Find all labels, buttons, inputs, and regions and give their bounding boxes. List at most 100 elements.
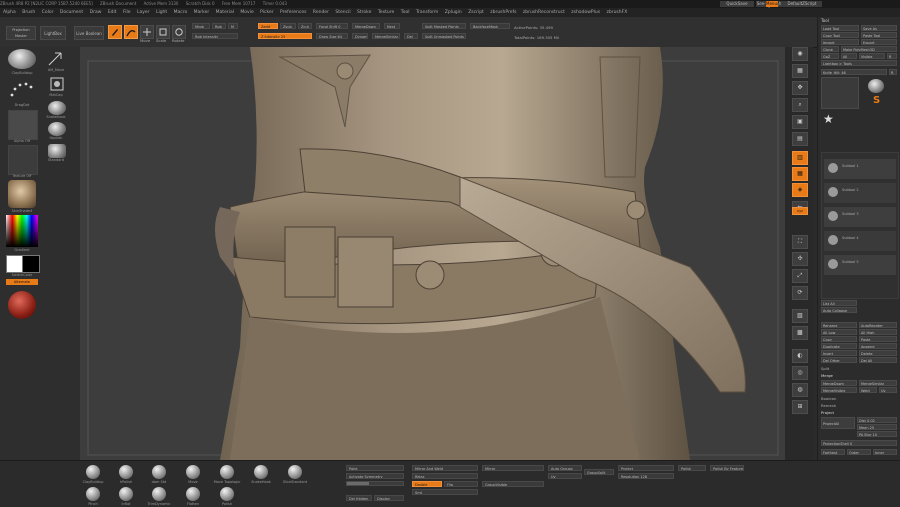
local-button[interactable]: ◈ xyxy=(792,183,808,197)
polish-by-features-button[interactable]: Polish By Features xyxy=(710,465,744,471)
solo-button[interactable]: ◍ xyxy=(792,383,808,397)
m-toggle[interactable]: M xyxy=(228,23,238,29)
material-thumbnail[interactable] xyxy=(8,180,36,208)
delete-button[interactable]: Delete xyxy=(859,350,897,356)
subtool-row-3[interactable]: Subtool 3 xyxy=(824,207,896,227)
merge-down-panel-button[interactable]: MergeDown xyxy=(821,380,857,386)
default-zscript-button[interactable]: DefaultZScript xyxy=(782,1,822,7)
aahalf-button[interactable]: ▤ xyxy=(792,132,808,146)
split-unmasked-button[interactable]: Split Unmasked Points xyxy=(422,33,466,39)
goz-button[interactable]: GoZ xyxy=(821,53,839,59)
draw-size-slider[interactable]: Draw Size 64 xyxy=(316,33,348,39)
del-all-button[interactable]: Del All xyxy=(859,357,897,363)
subtool-row-5[interactable]: Subtool 5 xyxy=(824,255,896,275)
tray-item-am-move[interactable] xyxy=(46,50,66,70)
lightbox-tools-button[interactable]: Lightbox > Tools xyxy=(821,60,897,66)
backface-mask-button[interactable]: BackfaceMask xyxy=(470,23,510,29)
polyf-button[interactable]: ▩ xyxy=(792,326,808,340)
merge-section[interactable]: Merge xyxy=(821,373,833,378)
farthest-button[interactable]: Farthest xyxy=(821,449,845,455)
rotate-button[interactable] xyxy=(172,25,186,39)
brush-damstd[interactable] xyxy=(152,465,166,479)
menu-transform[interactable]: Transform xyxy=(416,8,438,17)
auto-reorder-button[interactable]: AutoReorder xyxy=(859,322,897,328)
move-view-button[interactable]: ✣ xyxy=(792,252,808,266)
edit-button[interactable] xyxy=(108,25,122,39)
star-icon[interactable]: ★ xyxy=(823,111,839,127)
z-intensity-slider[interactable]: Z Intensity 25 xyxy=(258,33,312,39)
projection-master-button[interactable]: Projection Master xyxy=(6,26,36,40)
copy-button[interactable]: Copy xyxy=(821,336,857,342)
relax-slider[interactable]: Relax xyxy=(412,473,478,479)
menu-brush[interactable]: Brush xyxy=(22,8,35,17)
brush-claybuildup[interactable] xyxy=(86,465,100,479)
inner-button[interactable]: Inner xyxy=(873,449,897,455)
merge-similar-button[interactable]: MergeSimilar xyxy=(372,33,400,39)
brush-move[interactable] xyxy=(186,465,200,479)
scroll-button[interactable]: ✥ xyxy=(792,81,808,95)
menu-zbrushfx[interactable]: zbrushFX xyxy=(607,8,628,17)
next-button[interactable]: Next xyxy=(384,23,400,29)
projection-shell-slider[interactable]: ProjectionShell 0 xyxy=(821,440,897,446)
del-button[interactable]: Del xyxy=(404,33,418,39)
paint-slider-1[interactable] xyxy=(346,481,404,486)
actual-button[interactable]: ▣ xyxy=(792,115,808,129)
all-high-button[interactable]: All High xyxy=(859,329,897,335)
export-button[interactable]: Export xyxy=(861,39,897,45)
menu-document[interactable]: Document xyxy=(60,8,83,17)
tray-item-standard[interactable] xyxy=(48,144,66,158)
spix-button[interactable]: ▦ xyxy=(792,64,808,78)
weld-button[interactable]: Weld xyxy=(859,387,877,393)
zoom-button[interactable]: ⌕ xyxy=(792,98,808,112)
project-all-button[interactable]: ProjectAll xyxy=(821,417,855,429)
polycount-del-hidden[interactable]: Del Hidden xyxy=(346,495,372,501)
alpha-thumbnail[interactable] xyxy=(8,110,38,140)
brush-polish[interactable] xyxy=(220,487,234,501)
stroke-thumbnail[interactable] xyxy=(8,79,36,101)
live-boolean-button[interactable]: Live Boolean xyxy=(74,26,104,40)
menu-picker[interactable]: Picker xyxy=(260,8,273,17)
rename-button[interactable]: Rename xyxy=(821,322,857,328)
all-low-button[interactable]: All Low xyxy=(821,329,857,335)
menu-color[interactable]: Color xyxy=(42,8,54,17)
rotate-view-button[interactable]: ⟳ xyxy=(792,286,808,300)
auto-groups-button[interactable]: Auto Groups xyxy=(548,465,582,471)
menu-movie[interactable]: Movie xyxy=(240,8,253,17)
rgb-intensity-slider[interactable]: Rgb Intensity xyxy=(192,33,238,39)
menu-draw[interactable]: Draw xyxy=(90,8,102,17)
uv-merge-button[interactable]: Uv xyxy=(879,387,897,393)
project-section[interactable]: Project xyxy=(821,410,834,415)
duplicate-button[interactable]: Duplicate xyxy=(821,343,857,349)
zcut-toggle[interactable]: Zcut xyxy=(298,23,312,29)
project-button[interactable]: Project xyxy=(618,465,674,471)
move-button[interactable] xyxy=(140,25,154,39)
insert-button[interactable]: Insert xyxy=(821,350,857,356)
frame-button[interactable]: ⛶ xyxy=(792,235,808,249)
menu-preferences[interactable]: Preferences xyxy=(280,8,306,17)
tool-thumbnail-sphere[interactable] xyxy=(868,79,884,93)
menu-render[interactable]: Render xyxy=(313,8,329,17)
xyz-button[interactable]: xyz xyxy=(792,207,808,215)
menu-marker[interactable]: Marker xyxy=(194,8,210,17)
merge-visible-button[interactable]: MergeVisible xyxy=(821,387,857,393)
floor-button[interactable]: ▦ xyxy=(792,167,808,181)
menu-zbrushprefs[interactable]: zbrushPrefs xyxy=(490,8,516,17)
menu-macro[interactable]: Macro xyxy=(174,8,188,17)
line-fill-button[interactable]: ▧ xyxy=(792,309,808,323)
xpose-button[interactable]: ⊞ xyxy=(792,400,808,414)
pa-blur-slider[interactable]: PA Blur 10 xyxy=(857,431,897,437)
menu-zplugin[interactable]: Zplugin xyxy=(445,8,462,17)
menu-stencil[interactable]: Stencil xyxy=(335,8,350,17)
menu-edit[interactable]: Edit xyxy=(108,8,117,17)
lightbox-button[interactable]: LightBox xyxy=(40,26,66,40)
goz-visible-button[interactable]: Visible xyxy=(859,53,885,59)
mrgb-toggle[interactable]: Mrgb xyxy=(192,23,210,29)
group-split-button[interactable]: GroupSplit xyxy=(584,469,614,475)
group-visible-button[interactable]: GroupVisible xyxy=(482,481,544,487)
dist-slider[interactable]: Dist 0.02 xyxy=(857,417,897,423)
split-section[interactable]: Split xyxy=(821,366,829,371)
menus-button[interactable]: Menus xyxy=(766,1,779,7)
display-button[interactable]: Display xyxy=(374,495,404,501)
transp-button[interactable]: ◐ xyxy=(792,349,808,363)
tool-thumbnail-main[interactable] xyxy=(821,77,859,109)
